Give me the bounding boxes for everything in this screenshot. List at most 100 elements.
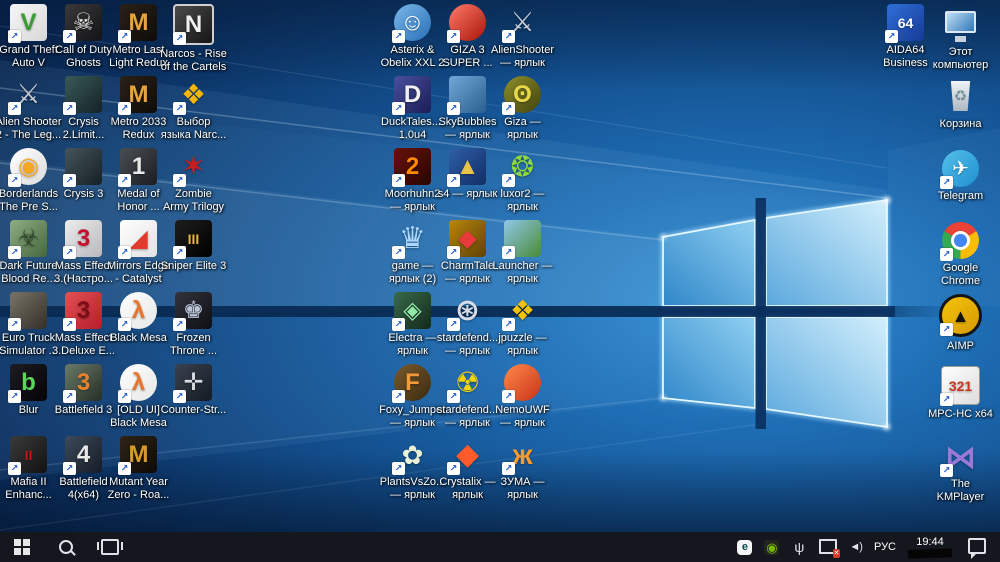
icon-glyph: b <box>21 368 36 396</box>
icon-image: 64 ↗ <box>885 4 924 43</box>
usb-device-icon[interactable]: ψ <box>791 539 807 555</box>
shortcut-arrow-icon: ↗ <box>940 323 953 336</box>
action-center-button[interactable] <box>964 532 990 562</box>
icon-image: ♛ ↗ <box>392 220 431 259</box>
icon-image: ♚ ↗ <box>173 292 212 331</box>
shortcut-arrow-icon: ↗ <box>447 390 460 403</box>
icon-image: ⋈ ↗ <box>940 438 979 477</box>
desktop-icon-moorhuhn2-ярлык[interactable]: 2 ↗ Moorhuhn2 — ярлык <box>385 148 440 220</box>
desktop-icon-old-ui-black-mesa[interactable]: λ ↗ [OLD UI] Black Mesa <box>110 364 167 436</box>
desktop-icon-telegram[interactable]: ✈ ↗ Telegram <box>933 150 988 222</box>
icon-image: 4 ↗ <box>63 436 102 475</box>
icon-image: ☢ ↗ <box>447 364 486 403</box>
desktop-icon-aimp[interactable]: ▲ ↗ AIMP <box>933 294 988 366</box>
desktop-icon-luxor2-ярлык[interactable]: ❂ ↗ luxor2 — ярлык <box>495 148 550 220</box>
nvidia-tray-icon[interactable]: ◉ <box>764 539 780 555</box>
shortcut-arrow-icon: ↗ <box>8 390 21 403</box>
icon-image: b ↗ <box>8 364 47 403</box>
icon-label: Zombie Army Trilogy <box>162 188 225 213</box>
shortcut-arrow-icon: ↗ <box>173 318 186 331</box>
icon-image: ◈ ↗ <box>392 292 431 331</box>
search-button[interactable] <box>44 532 88 562</box>
icon-glyph: M <box>128 8 149 36</box>
desktop-icon-narcos-rise-of-the-cartels[interactable]: N ↗ Narcos - Rise of the Cartels <box>160 4 227 76</box>
desktop-icon-mirrors-edge-catalyst[interactable]: ◢ ↗ Mirrors Edge - Catalyst <box>107 220 170 292</box>
start-button[interactable] <box>0 532 44 562</box>
desktop-icon-borderlands-the-pre-s[interactable]: ◉ ↗ Borderlands The Pre S... <box>0 148 58 220</box>
desktop-icon-blur[interactable]: b ↗ Blur <box>1 364 56 436</box>
desktop-icon-frozen-throne[interactable]: ♚ ↗ Frozen Throne ... <box>166 292 221 364</box>
icon-image: ◢ ↗ <box>118 220 157 259</box>
icon-image: ✛ ↗ <box>173 364 212 403</box>
icon-glyph: III <box>187 230 200 247</box>
desktop-icon-jpuzzle-ярлык[interactable]: ❖ ↗ jpuzzle — ярлык <box>495 292 550 364</box>
desktop-area[interactable]: V ↗ Grand Theft Auto V ☠ ↗ Call of Duty Ghost… <box>0 0 1000 532</box>
shortcut-arrow-icon: ↗ <box>63 390 76 403</box>
shortcut-arrow-icon: ↗ <box>392 174 405 187</box>
display-error-icon[interactable] <box>819 538 841 558</box>
icon-image: M ↗ <box>118 4 157 43</box>
desktop-icon-sniper-elite-3[interactable]: III ↗ Sniper Elite 3 <box>161 220 226 292</box>
icon-image <box>942 6 979 43</box>
icon-image: ↗ <box>502 220 541 259</box>
volume-icon[interactable]: ◄) <box>849 539 863 555</box>
icon-glyph: 3 <box>76 296 91 324</box>
icon-image: ↗ <box>63 76 102 115</box>
search-icon <box>59 540 73 554</box>
desktop-icon-the-kmplayer[interactable]: ⋈ ↗ The KMPlayer <box>933 438 988 510</box>
desktop-icon-mpc-hc-x64[interactable]: 321 ↗ MPC-HC x64 <box>928 366 993 438</box>
shortcut-arrow-icon: ↗ <box>940 393 953 406</box>
desktop-icon-giza-ярлык[interactable]: ʘ ↗ Giza — ярлык <box>495 76 550 148</box>
icon-glyph: N <box>184 10 203 38</box>
language-indicator[interactable]: РУС <box>874 541 896 553</box>
icon-glyph: 4 <box>76 440 91 468</box>
desktop-icon-выбор-языка-narc[interactable]: ❖ ↗ Выбор языка Narc... <box>161 76 227 148</box>
eset-tray-icon[interactable]: e <box>737 539 753 555</box>
icon-label: Telegram <box>937 190 984 202</box>
icon-image: 1 ↗ <box>118 148 157 187</box>
icon-image: ↗ <box>447 76 486 115</box>
shortcut-arrow-icon: ↗ <box>63 318 76 331</box>
icon-image: ʘ ↗ <box>502 76 541 115</box>
icon-label: Launcher — ярлык <box>492 260 553 285</box>
desktop-icon-counter-str[interactable]: ✛ ↗ Counter-Str... <box>161 364 226 436</box>
desktop-icon-корзина[interactable]: ♻ Корзина <box>933 78 988 150</box>
icon-glyph: ♻ <box>953 88 968 105</box>
desktop-icon-этот-компьютер[interactable]: Этот компьютер <box>933 6 988 78</box>
desktop-icon-zombie-army-trilogy[interactable]: ✶ ↗ Zombie Army Trilogy <box>163 148 224 220</box>
desktop-icon-alienshooter-ярлык[interactable]: ⚔ ↗ AlienShooter — ярлык <box>491 4 554 76</box>
desktop-icon-mass-effect-3-deluxe-e[interactable]: 3 ↗ Mass Effect 3.Deluxe E... <box>52 292 115 364</box>
icon-glyph: ◆ <box>458 224 477 252</box>
icon-label: luxor2 — ярлык <box>500 188 545 213</box>
icon-label: The KMPlayer <box>936 478 985 503</box>
shortcut-arrow-icon: ↗ <box>118 390 131 403</box>
desktop-icon-launcher-ярлык[interactable]: ↗ Launcher — ярлык <box>493 220 552 292</box>
icon-image: ⚔ ↗ <box>502 4 541 43</box>
desktop-icon-google-chrome[interactable]: ↗ Google Chrome <box>933 222 988 294</box>
icon-image: ↗ <box>447 4 486 43</box>
desktop-icon-mutant-year-zero-roa[interactable]: M ↗ Mutant Year Zero - Roa... <box>108 436 169 508</box>
task-view-button[interactable] <box>88 532 132 562</box>
icon-image: D ↗ <box>392 76 431 115</box>
shortcut-arrow-icon: ↗ <box>502 390 515 403</box>
shortcut-arrow-icon: ↗ <box>502 246 515 259</box>
taskbar-clock[interactable]: 19:44 <box>907 536 953 559</box>
icon-label: Sniper Elite 3 <box>160 260 227 272</box>
shortcut-arrow-icon: ↗ <box>118 102 131 115</box>
icon-glyph: 3 <box>76 368 91 396</box>
shortcut-arrow-icon: ↗ <box>392 318 405 331</box>
shortcut-arrow-icon: ↗ <box>63 30 76 43</box>
shortcut-arrow-icon: ↗ <box>447 318 460 331</box>
icon-glyph: ◢ <box>129 224 148 252</box>
icon-image: 3 ↗ <box>63 220 102 259</box>
shortcut-arrow-icon: ↗ <box>118 318 131 331</box>
icon-label: AIMP <box>947 340 974 352</box>
shortcut-arrow-icon: ↗ <box>173 32 186 45</box>
desktop-icon-nemouwf-ярлык[interactable]: ↗ NemoUWF — ярлык <box>495 364 550 436</box>
desktop-icon-grid-right: Этот компьютер ♻ Корзина ✈ ↗ Telegram ↗ Google … <box>928 6 993 510</box>
icon-glyph: M <box>128 80 149 108</box>
icon-glyph: D <box>403 80 422 108</box>
desktop-icon-зума-ярлык[interactable]: ж ↗ ЗУМА — ярлык <box>495 436 550 508</box>
icon-glyph: ✛ <box>183 368 204 396</box>
icon-image: ▲ ↗ <box>447 148 486 187</box>
